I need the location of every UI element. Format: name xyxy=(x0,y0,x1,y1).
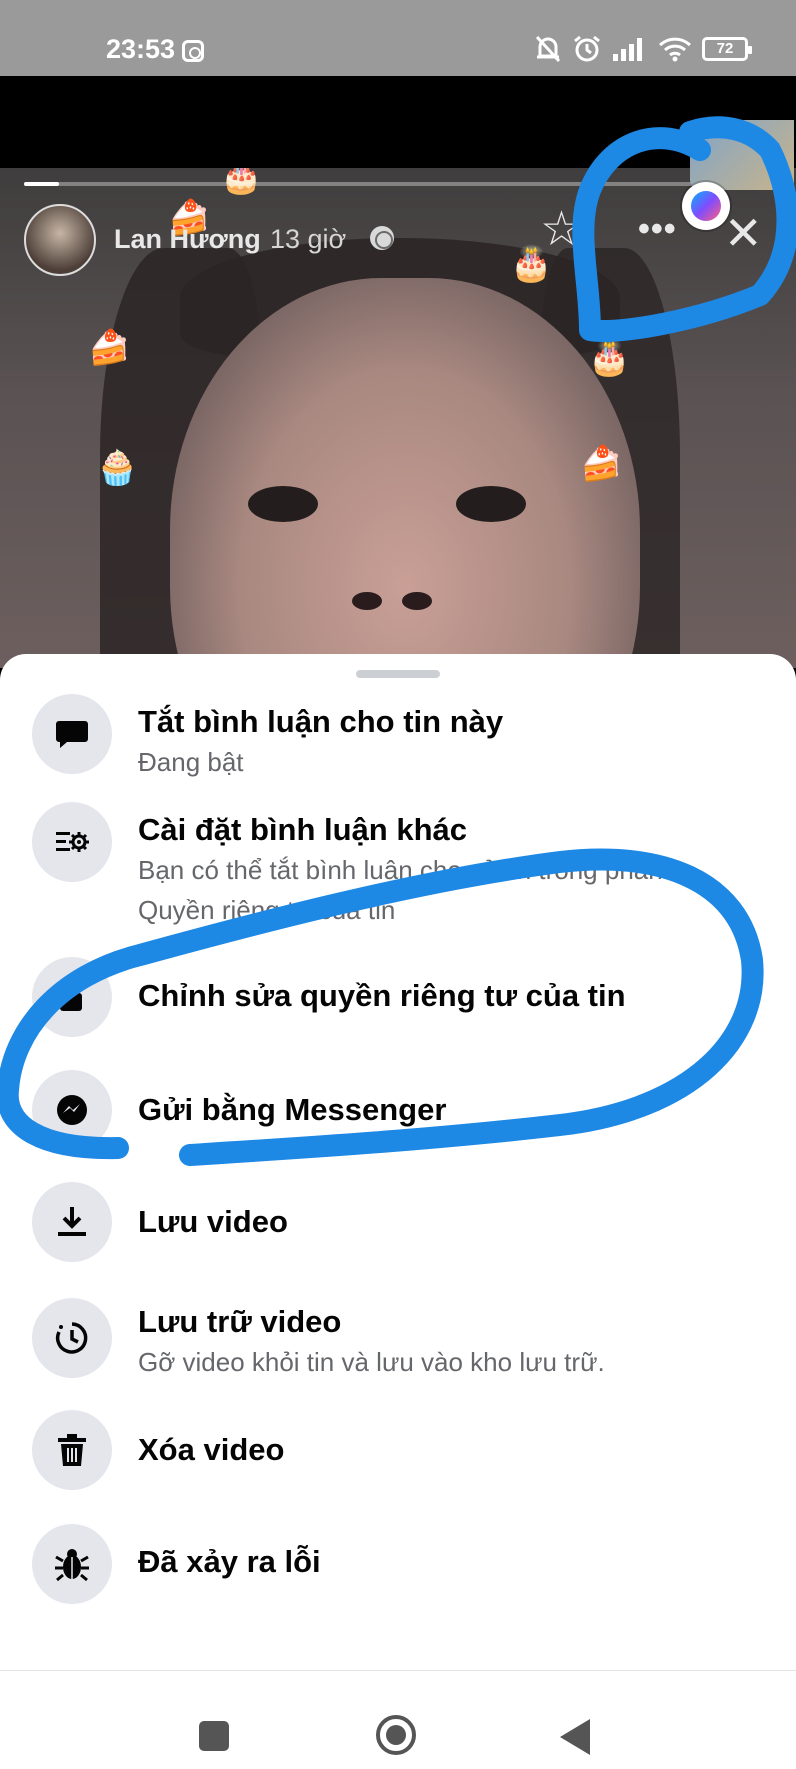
signal-icon xyxy=(613,38,642,61)
status-time: 23:53 xyxy=(106,34,176,64)
story-progress-fill xyxy=(24,182,59,186)
menu-item-title: Xóa video xyxy=(138,1432,285,1467)
instagram-icon xyxy=(182,40,204,62)
cake-sticker-icon: 🍰 xyxy=(88,329,131,367)
story-options-sheet: Tắt bình luận cho tin này Đang bật Cài đ… xyxy=(0,654,796,1769)
story-header: Lan Hương 13 giờ ☆ ••• ✕ xyxy=(24,204,784,278)
menu-item-title: Gửi bằng Messenger xyxy=(138,1092,447,1127)
menu-item-save-video[interactable]: Lưu video xyxy=(0,1176,796,1276)
star-icon[interactable]: ☆ xyxy=(540,206,583,254)
alarm-icon xyxy=(574,35,600,62)
messenger-icon[interactable] xyxy=(682,182,730,230)
menu-item-send-messenger[interactable]: Gửi bằng Messenger xyxy=(0,1064,796,1164)
messenger-icon xyxy=(32,1070,112,1150)
more-icon[interactable]: ••• xyxy=(638,210,677,249)
back-button[interactable] xyxy=(560,1719,590,1755)
status-icons: 72 xyxy=(534,34,752,64)
menu-item-subtitle: Bạn có thể tắt bình luận cho cả tin tron… xyxy=(138,855,663,925)
cake-sticker-icon: 🍰 xyxy=(580,445,623,483)
menu-item-title: Chỉnh sửa quyền riêng tư của tin xyxy=(138,978,626,1013)
menu-item-title: Đã xảy ra lỗi xyxy=(138,1544,321,1579)
menu-item-title: Tắt bình luận cho tin này xyxy=(138,704,504,739)
battery-icon: 72 xyxy=(702,37,752,61)
trash-icon xyxy=(32,1410,112,1490)
menu-item-title: Lưu video xyxy=(138,1204,288,1239)
story-progress-bar xyxy=(24,182,714,186)
home-button[interactable] xyxy=(376,1715,416,1755)
download-icon xyxy=(32,1182,112,1262)
story-photo-nose xyxy=(402,592,432,610)
close-icon[interactable]: ✕ xyxy=(724,206,763,260)
avatar[interactable] xyxy=(24,204,96,276)
menu-item-turn-off-comments[interactable]: Tắt bình luận cho tin này Đang bật xyxy=(0,684,796,784)
settings-list-icon xyxy=(32,802,112,882)
next-story-thumbnail[interactable] xyxy=(690,120,794,190)
comment-icon xyxy=(32,694,112,774)
menu-item-report-problem[interactable]: Đã xảy ra lỗi xyxy=(0,1518,796,1618)
lock-icon xyxy=(32,957,112,1037)
menu-item-title: Cài đặt bình luận khác xyxy=(138,812,467,847)
top-black-band xyxy=(0,76,796,168)
story-photo-eye xyxy=(248,486,318,522)
menu-item-subtitle: Gỡ video khỏi tin và lưu vào kho lưu trữ… xyxy=(138,1347,605,1377)
wifi-icon xyxy=(658,37,692,62)
status-bar: 23:53 72 xyxy=(0,0,796,76)
story-viewer[interactable]: 🍰 🎂 🎂 🍰 🎂 🧁 🍰 Lan Hương 13 giờ ☆ ••• ✕ xyxy=(0,168,796,668)
story-time: 13 giờ xyxy=(270,224,347,254)
archive-clock-icon xyxy=(32,1298,112,1378)
story-author[interactable]: Lan Hương xyxy=(114,224,261,255)
menu-item-other-comment-settings[interactable]: Cài đặt bình luận khác Bạn có thể tắt bì… xyxy=(0,794,796,925)
recents-button[interactable] xyxy=(199,1721,229,1751)
menu-item-delete-video[interactable]: Xóa video xyxy=(0,1404,796,1504)
story-photo-nose xyxy=(352,592,382,610)
globe-icon xyxy=(370,226,394,250)
sheet-grabber[interactable] xyxy=(356,670,440,678)
menu-item-subtitle: Đang bật xyxy=(138,747,244,777)
menu-item-edit-story-privacy[interactable]: Chỉnh sửa quyền riêng tư của tin xyxy=(0,954,796,1044)
story-photo-eye xyxy=(456,486,526,522)
menu-item-title: Lưu trữ video xyxy=(138,1304,342,1339)
android-nav-bar xyxy=(0,1670,796,1769)
cupcake-sticker-icon: 🧁 xyxy=(96,449,139,487)
menu-item-archive-video[interactable]: Lưu trữ video Gỡ video khỏi tin và lưu v… xyxy=(0,1286,796,1396)
bug-icon xyxy=(32,1524,112,1604)
mute-bell-icon xyxy=(535,35,561,63)
cake-sticker-icon: 🎂 xyxy=(588,339,631,377)
